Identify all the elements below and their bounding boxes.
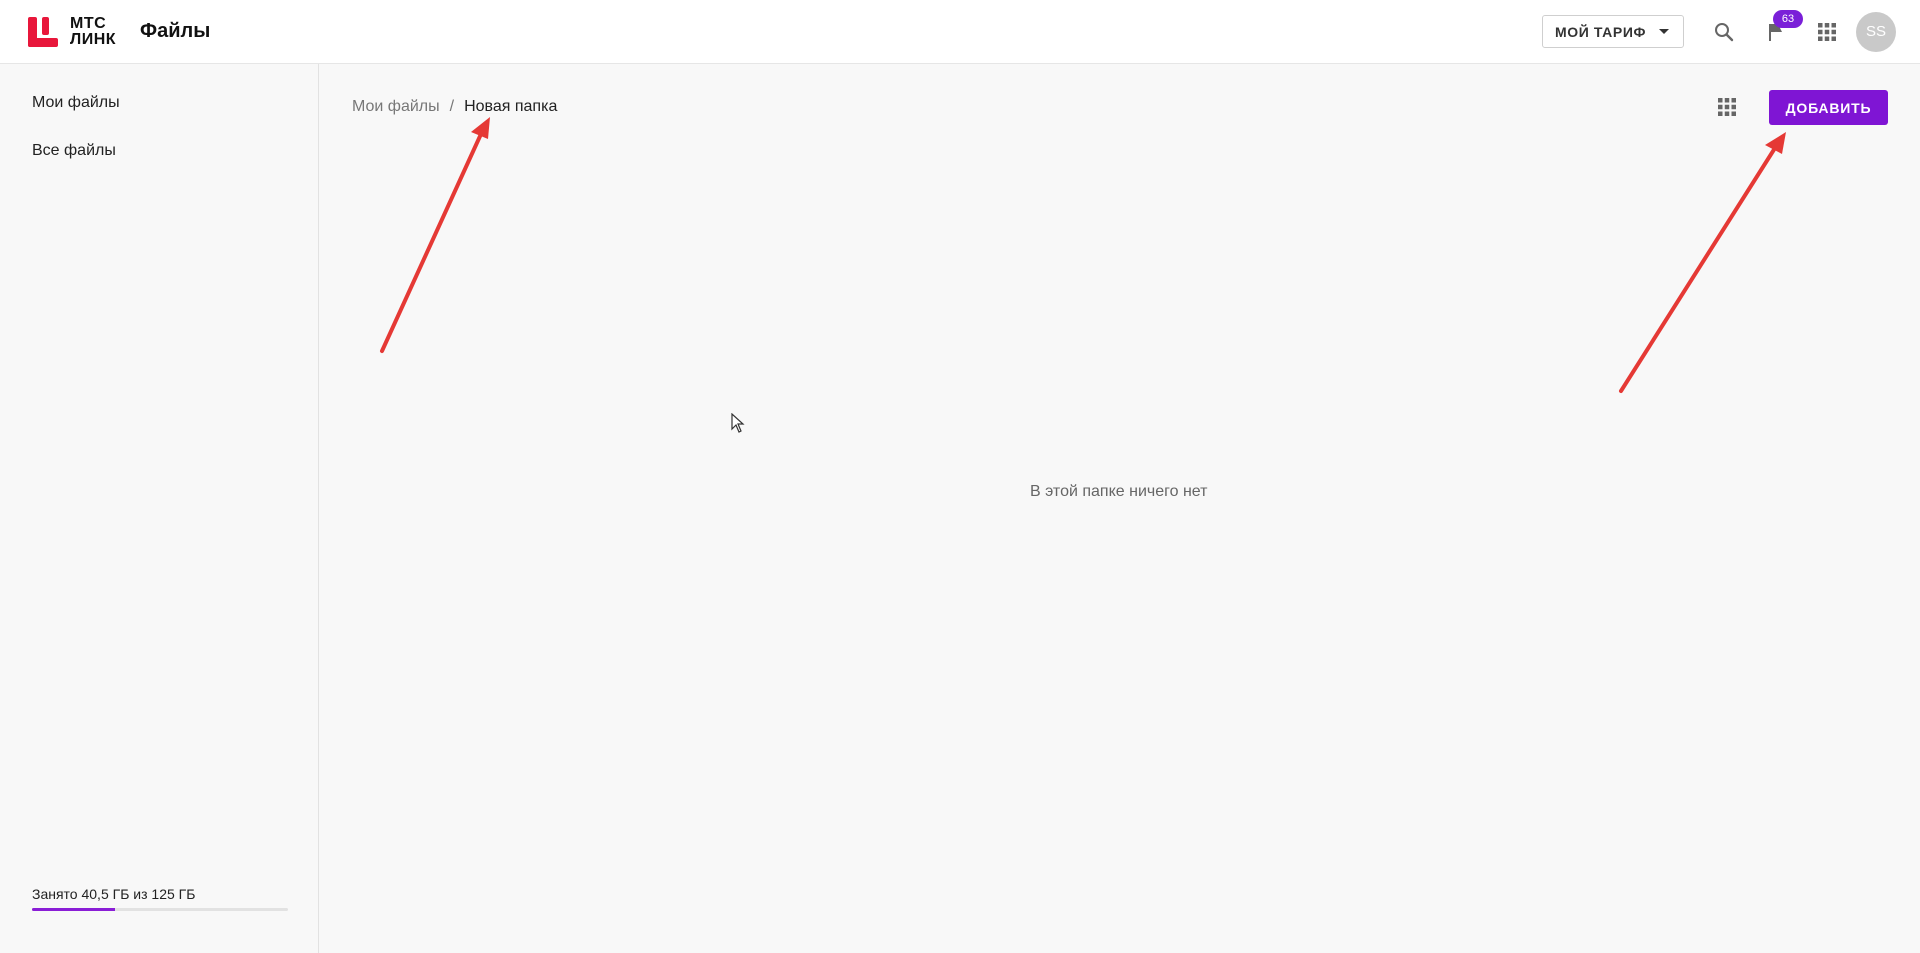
grid-view-icon[interactable] (1718, 98, 1736, 116)
storage-progress-fill (32, 908, 115, 911)
arrow-to-add-button (1619, 132, 1786, 393)
my-tariff-dropdown[interactable]: МОЙ ТАРИФ (1542, 15, 1684, 48)
storage-usage-label: Занято 40,5 ГБ из 125 ГБ (32, 886, 196, 902)
sidebar: Мои файлы Все файлы Занято 40,5 ГБ из 12… (0, 64, 319, 953)
user-avatar[interactable]: SS (1856, 12, 1896, 52)
arrow-to-breadcrumb (380, 117, 490, 353)
empty-folder-message: В этой папке ничего нет (1030, 483, 1208, 500)
add-button[interactable]: ДОБАВИТЬ (1769, 90, 1888, 125)
logo-line-1: МТС (70, 15, 107, 32)
tariff-label: МОЙ ТАРИФ (1555, 23, 1647, 40)
notification-badge: 63 (1773, 10, 1803, 28)
apps-grid-icon[interactable] (1815, 20, 1839, 44)
breadcrumb-parent-link[interactable]: Мои файлы (352, 98, 440, 116)
app-title: Файлы (140, 20, 211, 42)
top-header: МТС ЛИНК Файлы МОЙ ТАРИФ 63 SS (0, 0, 1920, 64)
sidebar-item-all-files[interactable]: Все файлы (32, 142, 116, 160)
sidebar-item-my-files[interactable]: Мои файлы (32, 94, 120, 112)
logo-wordmark: МТС ЛИНК (70, 16, 116, 48)
breadcrumb: Мои файлы / Новая папка (352, 98, 557, 116)
breadcrumb-separator: / (449, 98, 455, 115)
mts-link-logo[interactable]: МТС ЛИНК (28, 16, 116, 48)
mouse-cursor-icon (731, 413, 745, 433)
logo-line-2: ЛИНК (70, 31, 117, 48)
mts-link-logo-icon (28, 17, 58, 47)
breadcrumb-current: Новая папка (464, 98, 558, 115)
search-icon[interactable] (1712, 20, 1736, 44)
storage-progress-bar (32, 908, 288, 911)
caret-down-icon (1659, 29, 1669, 34)
